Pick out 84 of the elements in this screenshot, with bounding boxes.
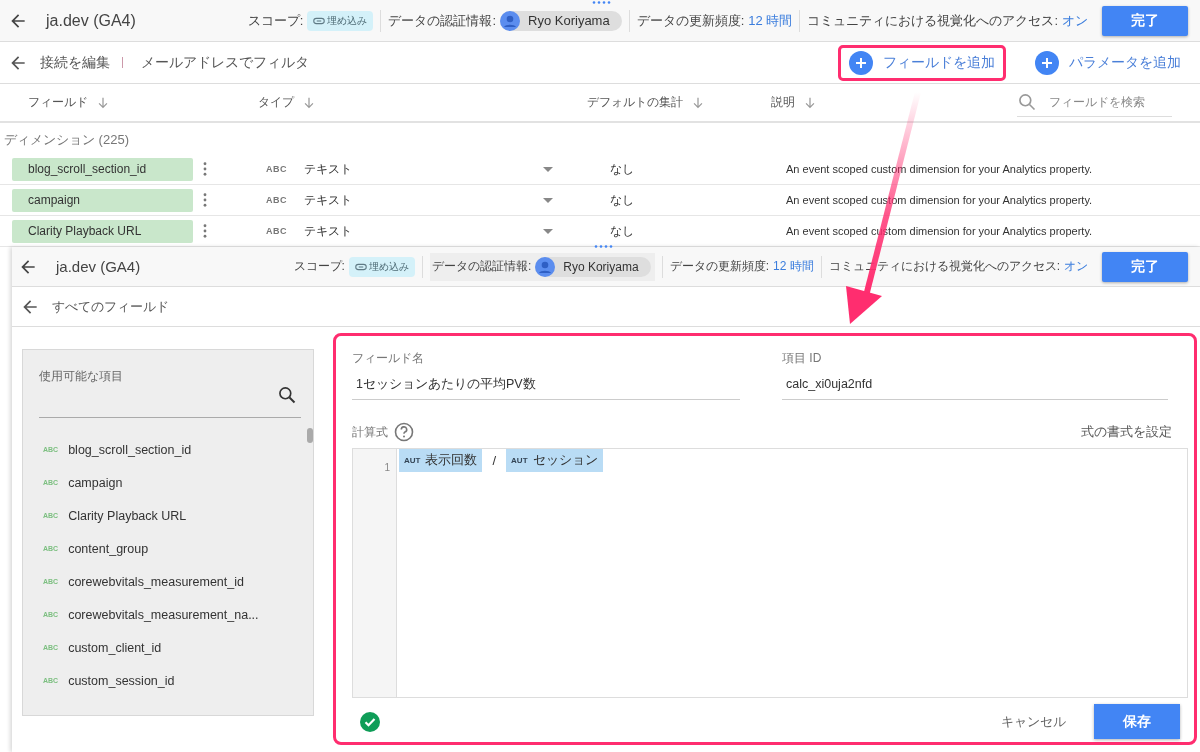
available-field-item[interactable]: blog_scroll_section_id <box>68 442 192 457</box>
column-header[interactable]: タイプ <box>258 94 316 111</box>
credentials-label: データの認証情報: <box>388 11 497 30</box>
sort-arrow-icon <box>803 95 817 110</box>
operator-symbol: / <box>491 452 498 470</box>
field-name-label: フィールド名 <box>352 350 425 367</box>
type-code-label: ABC <box>266 164 288 174</box>
save-button[interactable]: 保存 <box>1094 704 1180 739</box>
sort-arrow-icon <box>302 95 316 110</box>
avatar-icon <box>535 256 556 277</box>
scope-label: スコープ: <box>247 11 304 30</box>
done-button[interactable]: 完了 <box>1102 5 1188 36</box>
scope-label: スコープ: <box>293 258 345 275</box>
credentials-user-chip[interactable]: Ryo Koriyama <box>500 10 622 31</box>
type-code-label: ABC <box>266 195 288 205</box>
column-header[interactable]: 説明 <box>771 94 817 111</box>
scrollbar-thumb[interactable] <box>307 428 313 443</box>
done-button[interactable]: 完了 <box>1102 251 1188 282</box>
available-field-item[interactable]: custom_client_id <box>68 640 162 655</box>
edit-connection-link[interactable]: 接続を編集 <box>40 53 110 72</box>
help-icon[interactable] <box>394 422 414 442</box>
sort-arrow-icon <box>96 95 110 110</box>
community-access-label: コミュニティにおける視覚化へのアクセス: <box>807 11 1058 30</box>
available-fields-title: 使用可能な項目 <box>39 368 124 385</box>
email-filter-link[interactable]: メールアドレスでフィルタ <box>141 53 309 72</box>
available-field-item[interactable]: Clarity Playback URL <box>68 508 187 523</box>
field-name-input[interactable]: 1セッションあたりの平均PV数 <box>352 373 740 400</box>
refresh-label: データの更新頻度: <box>636 11 745 30</box>
refresh-link[interactable]: 12 時間 <box>772 258 814 275</box>
plus-icon <box>1035 50 1059 75</box>
community-access-link[interactable]: オン <box>1064 258 1088 275</box>
scope-badge: 埋め込み <box>307 10 374 31</box>
add-field-button[interactable]: フィールドを追加 <box>849 50 995 75</box>
credentials-user-chip[interactable]: Ryo Koriyama <box>535 256 651 277</box>
aggregation-cell-text: なし <box>610 160 635 178</box>
field-name-chip[interactable]: campaign <box>12 188 193 212</box>
aggregation-cell-text: なし <box>610 222 635 240</box>
format-formula-button[interactable]: 式の書式を設定 <box>1081 423 1172 441</box>
dropdown-caret-icon[interactable] <box>543 228 553 234</box>
available-field-item[interactable]: content_group <box>68 541 149 556</box>
more-options-icon[interactable] <box>203 162 207 176</box>
field-token[interactable]: AUT セッション <box>506 449 603 472</box>
refresh-link[interactable]: 12 時間 <box>748 11 793 30</box>
available-fields-search[interactable] <box>39 385 301 418</box>
type-code-label: ABC <box>266 226 288 236</box>
more-options-icon[interactable] <box>203 193 207 207</box>
avatar-icon <box>500 10 521 31</box>
line-number: 1 <box>384 462 390 473</box>
data-source-title: ja.dev (GA4) <box>56 258 141 275</box>
type-cell-text: テキスト <box>304 222 353 240</box>
field-search-input[interactable]: フィールドを検索 <box>1047 94 1161 110</box>
available-field-item[interactable]: custom_session_id <box>68 673 175 688</box>
dropdown-caret-icon[interactable] <box>543 197 553 203</box>
field-token[interactable]: AUT 表示回数 <box>399 449 483 472</box>
aggregation-cell-text: なし <box>610 191 635 209</box>
type-cell-text: テキスト <box>304 191 353 209</box>
cancel-button[interactable]: キャンセル <box>995 711 1072 732</box>
all-fields-link[interactable]: すべてのフィールド <box>52 297 169 316</box>
column-header[interactable]: フィールド <box>28 94 110 111</box>
available-field-item[interactable]: corewebvitals_measurement_na... <box>68 607 259 622</box>
column-header[interactable]: デフォルトの集計 <box>587 94 705 111</box>
field-id-label: 項目 ID <box>782 350 823 367</box>
formula-label: 計算式 <box>352 423 388 441</box>
type-cell-text: テキスト <box>304 160 353 178</box>
credentials-label: データの認証情報: <box>431 258 532 275</box>
formula-editor[interactable]: 1 AUT 表示回数 / AUT セッション <box>352 448 1188 698</box>
description-cell-text: An event scoped custom dimension for your Analytics property. <box>786 163 1094 175</box>
field-name-chip[interactable]: blog_scroll_section_id <box>12 157 193 181</box>
search-icon[interactable] <box>277 385 297 405</box>
dropdown-caret-icon[interactable] <box>543 166 553 172</box>
available-field-item[interactable]: corewebvitals_measurement_id <box>68 574 244 589</box>
field-name-chip[interactable]: Clarity Playback URL <box>12 219 193 243</box>
scope-badge: 埋め込み <box>348 256 415 277</box>
data-source-title: ja.dev (GA4) <box>46 11 136 30</box>
add-parameter-button[interactable]: パラメータを追加 <box>1035 50 1181 75</box>
community-access-link[interactable]: オン <box>1062 11 1088 30</box>
valid-check-icon <box>360 711 380 732</box>
more-options-icon[interactable] <box>203 224 207 238</box>
refresh-label: データの更新頻度: <box>669 258 769 275</box>
section-label: ディメンション (225) <box>3 131 130 149</box>
plus-icon <box>849 50 873 75</box>
sort-arrow-icon <box>691 95 705 110</box>
available-field-item[interactable]: campaign <box>68 475 123 490</box>
field-id-input[interactable]: calc_xi0uja2nfd <box>782 373 1168 400</box>
